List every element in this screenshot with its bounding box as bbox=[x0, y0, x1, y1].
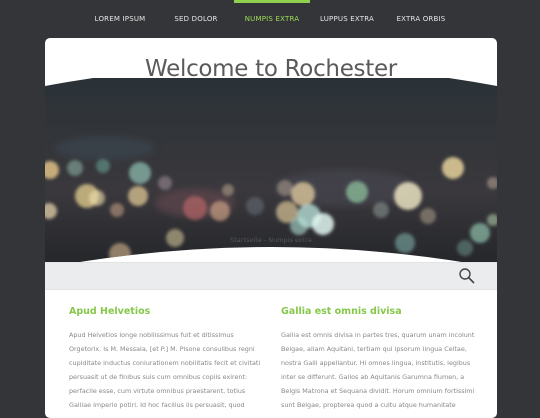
nav-item-sed-dolor[interactable]: SED DOLOR bbox=[164, 0, 228, 38]
column-heading: Gallia est omnis divisa bbox=[281, 306, 402, 317]
top-navigation: LOREM IPSUM SED DOLOR NUMPIS EXTRA LUPPU… bbox=[0, 0, 540, 38]
column-text-line: Belgis Matrona et Sequana dividit. Horum… bbox=[281, 387, 475, 395]
nav-item-extra-orbis[interactable]: EXTRA ORBIS bbox=[390, 0, 452, 38]
nav-item-lorem-ipsum[interactable]: LOREM IPSUM bbox=[88, 0, 152, 38]
column-text-line: cupiditate inductus coniurationem nobili… bbox=[69, 359, 261, 367]
column-text-line: sunt Belgae, propterea quod a cultu atqu… bbox=[281, 401, 456, 409]
column-text-line: Belgae, aliam Aquitani, tertiam qui ipso… bbox=[281, 345, 467, 353]
content-column-right: Gallia est omnis divisa Gallia est omnis… bbox=[281, 306, 475, 412]
search-icon[interactable] bbox=[458, 267, 476, 285]
column-text-line: nostra Galli appellantur. Hi omnes lingu… bbox=[281, 359, 471, 367]
column-heading: Apud Helvetios bbox=[69, 306, 151, 317]
column-text-line: persuasit ut de finibus suis cum omnibus… bbox=[69, 373, 248, 381]
column-text-line: inter se differunt. Gallos ab Aquitanis … bbox=[281, 373, 465, 381]
nav-item-numpis-extra[interactable]: NUMPIS EXTRA bbox=[234, 0, 310, 38]
column-text-line: Gallia est omnis divisa in partes tres, … bbox=[281, 331, 475, 339]
nav-item-luppus-extra[interactable]: LUPPUS EXTRA bbox=[314, 0, 380, 38]
column-text-line: Orgetorix. Is M. Messala, [et P.] M. Pis… bbox=[69, 345, 255, 353]
search-bar[interactable] bbox=[45, 262, 497, 290]
column-text-line: Apud Helvetios longe nobilissimus fuit e… bbox=[69, 331, 234, 339]
content-column-left: Apud Helvetios Apud Helvetios longe nobi… bbox=[69, 306, 261, 412]
breadcrumb: Startseite - Numpis extra bbox=[230, 236, 312, 244]
column-text-line: Galliae imperio potiri. Id hoc facilius … bbox=[69, 401, 245, 409]
hero-banner-image bbox=[45, 78, 497, 268]
content-card: Welcome to Rochester Startseite - Numpis… bbox=[45, 38, 497, 418]
column-text-line: perfacile esse, cum virtute omnibus prae… bbox=[69, 387, 246, 395]
